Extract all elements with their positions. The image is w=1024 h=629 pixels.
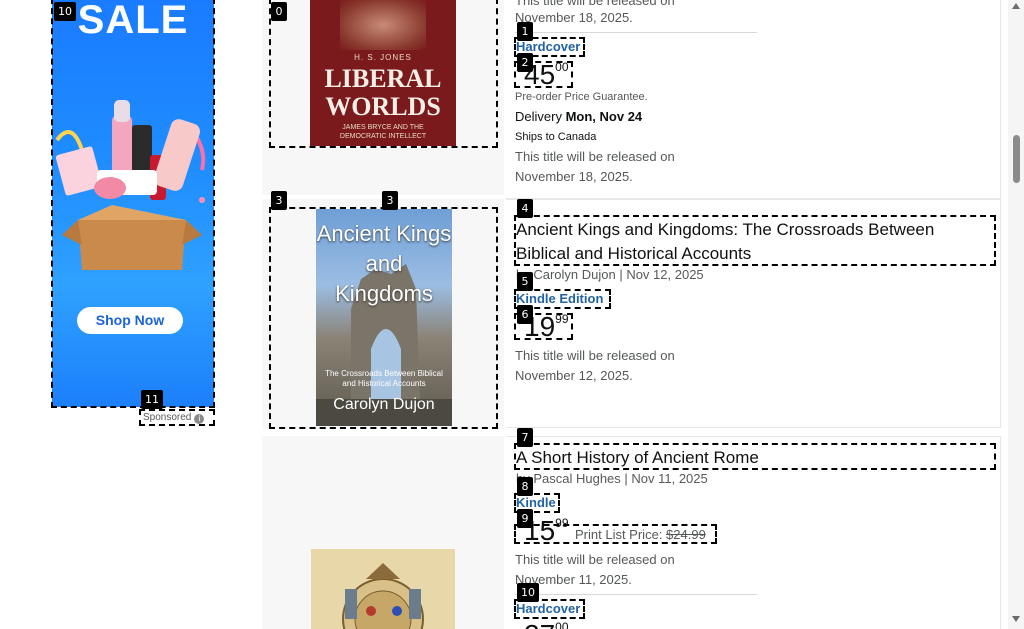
sponsored-label[interactable]: Sponsored i [139,409,215,426]
book1-release-line1: This title will be released on [515,149,675,164]
badge-8: 8 [517,477,533,496]
badge-3a: 3 [271,191,287,210]
separator [515,32,757,33]
badge-4: 4 [517,199,533,218]
info-icon[interactable]: i [194,414,205,424]
book1-release-line2: November 18, 2025. [515,169,633,184]
separator [515,594,757,595]
book1-image-outline [269,0,498,148]
ad-outline [51,0,215,408]
badge-11: 10 [54,2,76,21]
book2-release-line1: This title will be released on [515,348,675,363]
badge-1: 1 [517,22,533,41]
book3-title-outline [514,443,996,470]
book2-byline: by Carolyn Dujon | Nov 12, 2025 [516,267,704,282]
scrollbar-thumb[interactable] [1013,135,1020,183]
book1-ships: Ships to Canada [515,131,597,143]
badge-6: 6 [517,305,533,324]
book3-release-line1: This title will be released on [515,552,675,567]
book3-price2-whole: 27 [524,619,555,629]
badge-10: 10 [517,583,539,602]
book1-delivery-date: Mon, Nov 24 [565,109,643,124]
roman-seal-illustration [342,563,424,629]
book2-release-line2: November 12, 2025. [515,368,633,383]
badge-5: 5 [517,272,533,291]
badge-0: 0 [271,2,287,21]
book1-delivery-label: Delivery [515,109,562,124]
badge-12: 11 [141,390,163,409]
badge-7: 7 [517,428,533,447]
book3-byline: by Pascal Hughes | Nov 11, 2025 [516,471,708,486]
book3-cover[interactable] [311,549,455,629]
badge-3b: 3 [382,191,398,210]
badge-9: 9 [517,509,533,528]
book3-format2-outline [514,599,585,619]
book1-guarantee: Pre-order Price Guarantee. [515,91,648,103]
scroll-up-arrow-icon[interactable] [1012,3,1020,9]
book3-price2[interactable]: 2700 [524,620,569,629]
badge-2: 2 [517,53,533,72]
book3-price2-fraction: 00 [555,620,569,629]
book2-title-outline [514,215,996,266]
book2-image-outline [269,207,498,429]
book3-price-outline [514,524,717,544]
scroll-down-arrow-icon[interactable] [1012,616,1020,622]
vertical-scrollbar[interactable] [1008,0,1024,629]
sponsored-text: Sponsored [143,412,192,423]
book1-delivery: Delivery Mon, Nov 24 [515,109,642,124]
